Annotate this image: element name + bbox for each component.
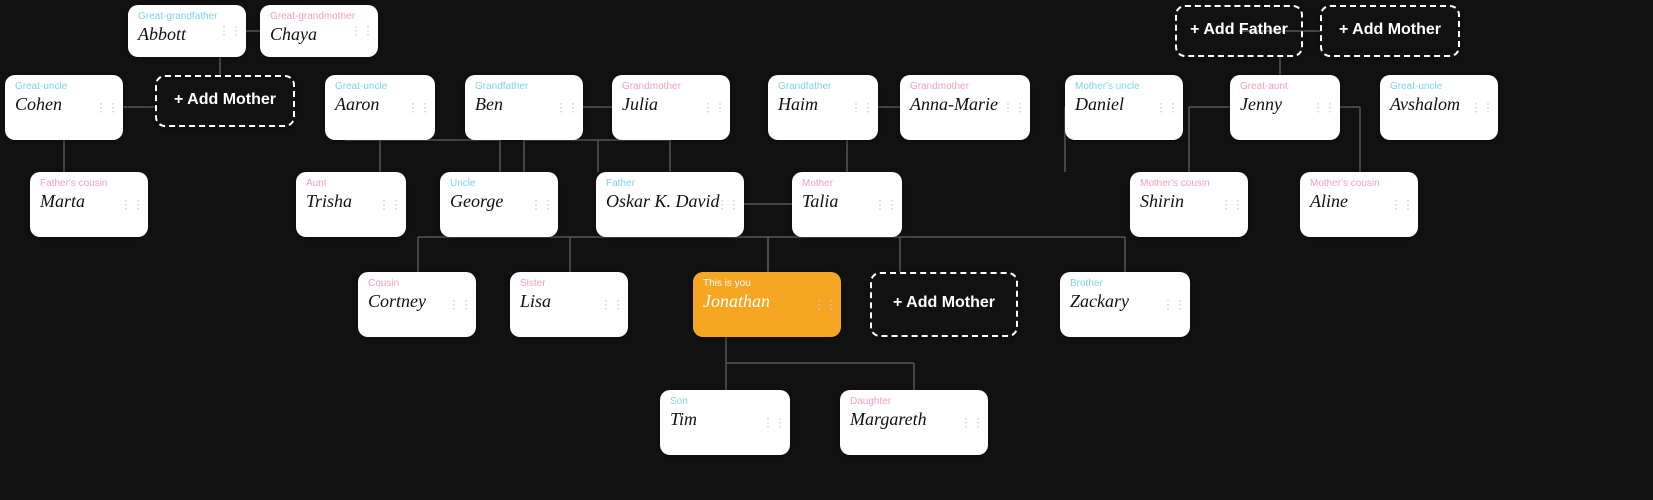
drag-handle-great_grandmother[interactable]: ⋮⋮ bbox=[350, 24, 374, 39]
role-mothers_uncle: Mother's uncle bbox=[1075, 81, 1173, 92]
node-great_uncle_2: Great-uncleAaron⋮⋮ bbox=[325, 75, 435, 140]
role-grandmother_1: Grandmother bbox=[622, 81, 720, 92]
drag-handle-you[interactable]: ⋮⋮ bbox=[813, 297, 837, 312]
node-son: SonTim⋮⋮ bbox=[660, 390, 790, 455]
role-great_aunt: Great-aunt bbox=[1240, 81, 1330, 92]
name-daughter: Margareth bbox=[850, 409, 978, 430]
node-uncle: UncleGeorge⋮⋮ bbox=[440, 172, 558, 237]
drag-handle-daughter[interactable]: ⋮⋮ bbox=[960, 415, 984, 430]
drag-handle-brother[interactable]: ⋮⋮ bbox=[1162, 297, 1186, 312]
node-add_mother_mid[interactable]: + Add Mother bbox=[870, 272, 1018, 337]
drag-handle-uncle[interactable]: ⋮⋮ bbox=[530, 197, 554, 212]
add-label-add_mother_top_right: + Add Mother bbox=[1339, 20, 1441, 41]
role-son: Son bbox=[670, 396, 780, 407]
role-great_grandfather: Great-grandfather bbox=[138, 11, 236, 22]
node-you[interactable]: This is you Jonathan⋮⋮ bbox=[693, 272, 841, 337]
drag-handle-great_uncle_3[interactable]: ⋮⋮ bbox=[1470, 100, 1494, 115]
node-grandmother_1: GrandmotherJulia⋮⋮ bbox=[612, 75, 730, 140]
node-mother: MotherTalia⋮⋮ bbox=[792, 172, 902, 237]
drag-handle-cousin[interactable]: ⋮⋮ bbox=[448, 297, 472, 312]
drag-handle-great_uncle_2[interactable]: ⋮⋮ bbox=[407, 100, 431, 115]
drag-handle-sister[interactable]: ⋮⋮ bbox=[600, 297, 624, 312]
name-father: Oskar K. David bbox=[606, 191, 734, 212]
role-cousin: Cousin bbox=[368, 278, 466, 289]
node-father: Father Oskar K. David⋮⋮ bbox=[596, 172, 744, 237]
drag-handle-grandmother_1[interactable]: ⋮⋮ bbox=[702, 100, 726, 115]
drag-handle-mothers_cousin_2[interactable]: ⋮⋮ bbox=[1390, 197, 1414, 212]
drag-handle-aunt[interactable]: ⋮⋮ bbox=[378, 197, 402, 212]
role-aunt: Aunt bbox=[306, 178, 396, 189]
role-daughter: Daughter bbox=[850, 396, 978, 407]
role-brother: Brother bbox=[1070, 278, 1180, 289]
role-father: Father bbox=[606, 178, 734, 189]
drag-handle-mother[interactable]: ⋮⋮ bbox=[874, 197, 898, 212]
role-mothers_cousin_2: Mother's cousin bbox=[1310, 178, 1408, 189]
name-you: Jonathan bbox=[703, 291, 831, 312]
drag-handle-grandfather_1[interactable]: ⋮⋮ bbox=[555, 100, 579, 115]
role-fathers_cousin: Father's cousin bbox=[40, 178, 138, 189]
role-great_uncle_1: Great-uncle bbox=[15, 81, 113, 92]
role-mothers_cousin_1: Mother's cousin bbox=[1140, 178, 1238, 189]
role-grandmother_2: Grandmother bbox=[910, 81, 1020, 92]
node-great_uncle_1: Great-uncleCohen⋮⋮ bbox=[5, 75, 123, 140]
node-grandfather_1: GrandfatherBen⋮⋮ bbox=[465, 75, 583, 140]
role-mother: Mother bbox=[802, 178, 892, 189]
drag-handle-son[interactable]: ⋮⋮ bbox=[762, 415, 786, 430]
node-add_father_top_right[interactable]: + Add Father bbox=[1175, 5, 1303, 57]
node-daughter: Daughter Margareth⋮⋮ bbox=[840, 390, 988, 455]
drag-handle-fathers_cousin[interactable]: ⋮⋮ bbox=[120, 197, 144, 212]
node-mothers_cousin_1: Mother's cousinShirin⋮⋮ bbox=[1130, 172, 1248, 237]
family-tree: Great-grandfatherAbbott⋮⋮ Great-grandmoth… bbox=[0, 0, 1653, 500]
role-grandfather_2: Grandfather bbox=[778, 81, 868, 92]
node-grandfather_2: GrandfatherHaim⋮⋮ bbox=[768, 75, 878, 140]
node-add_mother_top_right[interactable]: + Add Mother bbox=[1320, 5, 1460, 57]
node-cousin: CousinCortney⋮⋮ bbox=[358, 272, 476, 337]
drag-handle-mothers_cousin_1[interactable]: ⋮⋮ bbox=[1220, 197, 1244, 212]
node-great_grandmother: Great-grandmotherChaya⋮⋮ bbox=[260, 5, 378, 57]
role-great_grandmother: Great-grandmother bbox=[270, 11, 368, 22]
role-great_uncle_2: Great-uncle bbox=[335, 81, 425, 92]
node-grandmother_2: GrandmotherAnna-Marie⋮⋮ bbox=[900, 75, 1030, 140]
drag-handle-great_uncle_1[interactable]: ⋮⋮ bbox=[95, 100, 119, 115]
role-you: This is you bbox=[703, 278, 831, 289]
drag-handle-great_grandfather[interactable]: ⋮⋮ bbox=[218, 24, 242, 39]
add-label-add_father_top_right: + Add Father bbox=[1190, 20, 1288, 41]
add-label-add_mother_top_left: + Add Mother bbox=[174, 90, 276, 111]
node-fathers_cousin: Father's cousinMarta⋮⋮ bbox=[30, 172, 148, 237]
drag-handle-great_aunt[interactable]: ⋮⋮ bbox=[1312, 100, 1336, 115]
node-brother: BrotherZackary⋮⋮ bbox=[1060, 272, 1190, 337]
drag-handle-grandmother_2[interactable]: ⋮⋮ bbox=[1002, 100, 1026, 115]
drag-handle-grandfather_2[interactable]: ⋮⋮ bbox=[850, 100, 874, 115]
role-grandfather_1: Grandfather bbox=[475, 81, 573, 92]
node-great_grandfather: Great-grandfatherAbbott⋮⋮ bbox=[128, 5, 246, 57]
drag-handle-mothers_uncle[interactable]: ⋮⋮ bbox=[1155, 100, 1179, 115]
node-sister: SisterLisa⋮⋮ bbox=[510, 272, 628, 337]
add-label-add_mother_mid: + Add Mother bbox=[893, 293, 995, 314]
drag-handle-father[interactable]: ⋮⋮ bbox=[716, 197, 740, 212]
node-mothers_cousin_2: Mother's cousinAline⋮⋮ bbox=[1300, 172, 1418, 237]
node-aunt: AuntTrisha⋮⋮ bbox=[296, 172, 406, 237]
role-sister: Sister bbox=[520, 278, 618, 289]
node-add_mother_top_left[interactable]: + Add Mother bbox=[155, 75, 295, 127]
node-mothers_uncle: Mother's uncleDaniel⋮⋮ bbox=[1065, 75, 1183, 140]
node-great_aunt: Great-auntJenny⋮⋮ bbox=[1230, 75, 1340, 140]
role-uncle: Uncle bbox=[450, 178, 548, 189]
node-great_uncle_3: Great-uncleAvshalom⋮⋮ bbox=[1380, 75, 1498, 140]
role-great_uncle_3: Great-uncle bbox=[1390, 81, 1488, 92]
